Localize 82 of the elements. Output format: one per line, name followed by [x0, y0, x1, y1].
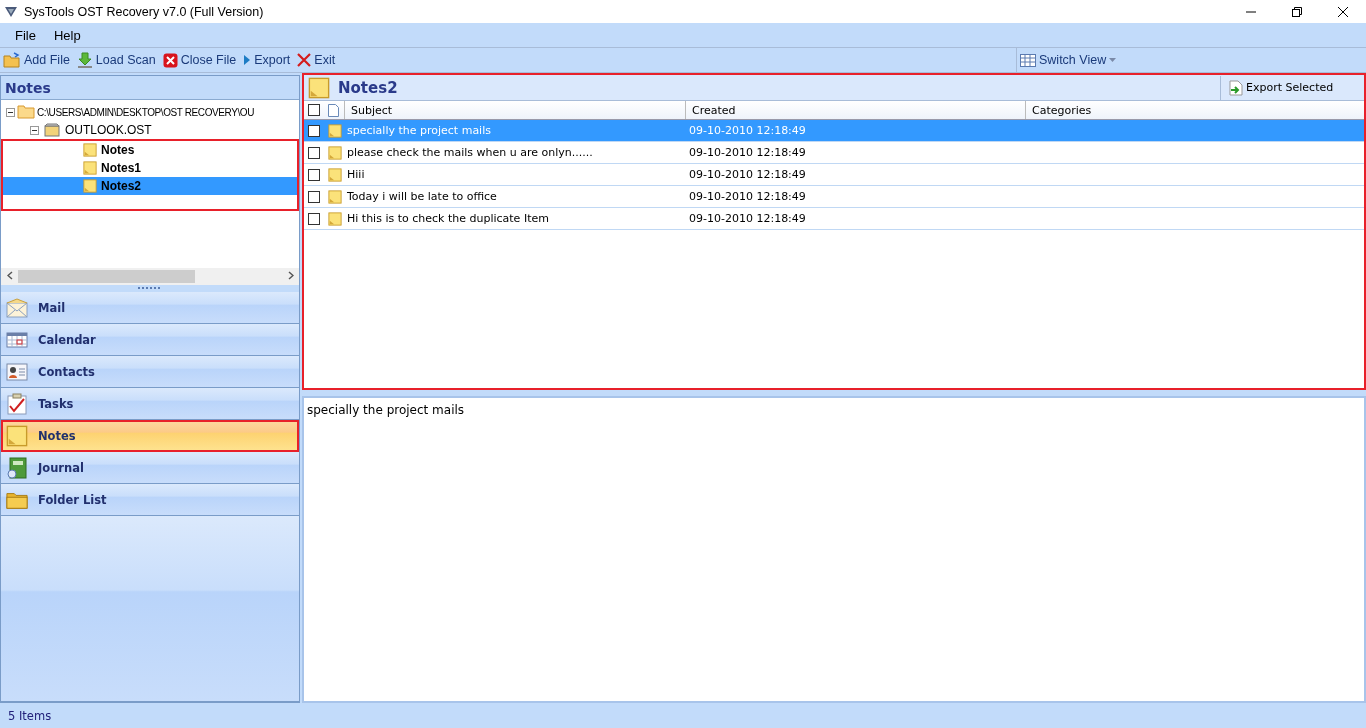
- table-row[interactable]: please check the mails when u are onlyn...... 09-10-2010 12:18:49: [304, 142, 1364, 164]
- column-header[interactable]: Created: [685, 101, 1025, 119]
- horizontal-scrollbar[interactable]: [1, 268, 299, 285]
- menu-item[interactable]: File: [6, 27, 45, 43]
- menu-item[interactable]: Help: [44, 27, 90, 43]
- note-icon: [328, 167, 342, 182]
- folder-title: Notes2: [338, 78, 399, 97]
- document-icon: [328, 103, 339, 117]
- subject-cell-text: Hiii: [346, 168, 366, 181]
- folder-icon: [3, 52, 21, 68]
- close-icon: [1337, 5, 1349, 18]
- note-icon: [328, 211, 342, 226]
- note-icon: [328, 145, 342, 160]
- toolbar-button[interactable]: Load Scan: [73, 52, 160, 68]
- nav-button[interactable]: Journal: [1, 452, 299, 484]
- toolbar-button[interactable]: Close File: [159, 52, 241, 68]
- row-checkbox[interactable]: [308, 124, 320, 137]
- nav-button[interactable]: Calendar: [1, 324, 299, 356]
- table-row[interactable]: Today i will be late to office 09-10-2010 12:18:49: [304, 186, 1364, 208]
- contact-card-icon: [6, 362, 28, 381]
- tree-item[interactable]: Notes2: [3, 177, 297, 195]
- subject-cell-text: please check the mails when u are onlyn......: [346, 146, 594, 159]
- minimize-icon: [1245, 10, 1257, 13]
- database-icon: [43, 123, 61, 137]
- row-checkbox[interactable]: [308, 212, 320, 225]
- row-checkbox[interactable]: [308, 146, 320, 159]
- switch-view-button[interactable]: Switch View: [1016, 48, 1366, 72]
- toolbar-button[interactable]: Add File: [0, 52, 74, 68]
- nav-button[interactable]: Contacts: [1, 356, 299, 388]
- note-icon: [308, 76, 330, 99]
- tree-item[interactable]: C:\USERS\ADMIN\DESKTOP\OST RECOVERY\OU: [1, 103, 299, 121]
- note-icon: [83, 179, 97, 193]
- scroll-right-icon[interactable]: [287, 271, 294, 280]
- tree-item[interactable]: Notes1: [3, 159, 297, 177]
- window-title: SysTools OST Recovery v7.0 (Full Version): [24, 4, 265, 19]
- tree-item[interactable]: Notes: [3, 141, 297, 159]
- created-cell-text: 09-10-2010 12:18:49: [688, 212, 807, 225]
- note-preview: specially the project mails: [302, 396, 1366, 703]
- note-icon: [83, 161, 97, 175]
- created-cell-text: 09-10-2010 12:18:49: [688, 190, 807, 203]
- nav-button[interactable]: Notes: [1, 420, 299, 452]
- clipboard-check-icon: [7, 392, 27, 415]
- created-cell-text: 09-10-2010 12:18:49: [688, 146, 807, 159]
- subject-cell-text: Hi this is to check the duplicate Item: [346, 212, 550, 225]
- row-checkbox[interactable]: [308, 190, 320, 203]
- play-icon: [243, 54, 252, 66]
- table-row[interactable]: Hi this is to check the duplicate Item 09-10-2010 12:18:49: [304, 208, 1364, 230]
- note-icon: [328, 123, 342, 138]
- note-icon: [328, 189, 342, 204]
- export-file-icon: [1229, 79, 1243, 96]
- select-all-checkbox[interactable]: [308, 104, 320, 116]
- toolbar-button[interactable]: Export: [240, 53, 295, 67]
- close-icon: [162, 52, 178, 68]
- status-text: 5 Items: [7, 707, 53, 725]
- scroll-left-icon[interactable]: [6, 271, 13, 280]
- nav-button[interactable]: Folder List: [1, 484, 299, 516]
- collapse-icon[interactable]: [30, 125, 39, 135]
- column-header[interactable]: Subject: [344, 101, 685, 119]
- nav-button[interactable]: Mail: [1, 292, 299, 324]
- dropdown-caret-icon: [1109, 58, 1117, 62]
- row-checkbox[interactable]: [308, 168, 320, 181]
- table-row[interactable]: Hiii 09-10-2010 12:18:49: [304, 164, 1364, 186]
- subject-cell-text: specially the project mails: [346, 124, 492, 137]
- column-header[interactable]: Categories: [1025, 101, 1364, 119]
- restore-icon: [1291, 5, 1303, 18]
- note-icon: [83, 143, 97, 157]
- created-cell-text: 09-10-2010 12:18:49: [688, 168, 807, 181]
- close-icon: [297, 53, 312, 67]
- journal-book-icon: [7, 456, 27, 479]
- nav-button[interactable]: Tasks: [1, 388, 299, 420]
- collapse-icon[interactable]: [6, 107, 15, 117]
- envelope-icon: [6, 297, 28, 318]
- splitter-grip-icon[interactable]: [137, 287, 163, 290]
- tree-item[interactable]: OUTLOOK.OST: [1, 121, 299, 139]
- toolbar-button[interactable]: Exit: [294, 53, 340, 67]
- folder-icon: [17, 105, 35, 119]
- download-icon: [76, 52, 93, 68]
- grid-icon: [1020, 53, 1036, 67]
- subject-cell-text: Today i will be late to office: [346, 190, 498, 203]
- calendar-icon: [6, 331, 28, 348]
- note-icon: [6, 424, 28, 447]
- created-cell-text: 09-10-2010 12:18:49: [688, 124, 807, 137]
